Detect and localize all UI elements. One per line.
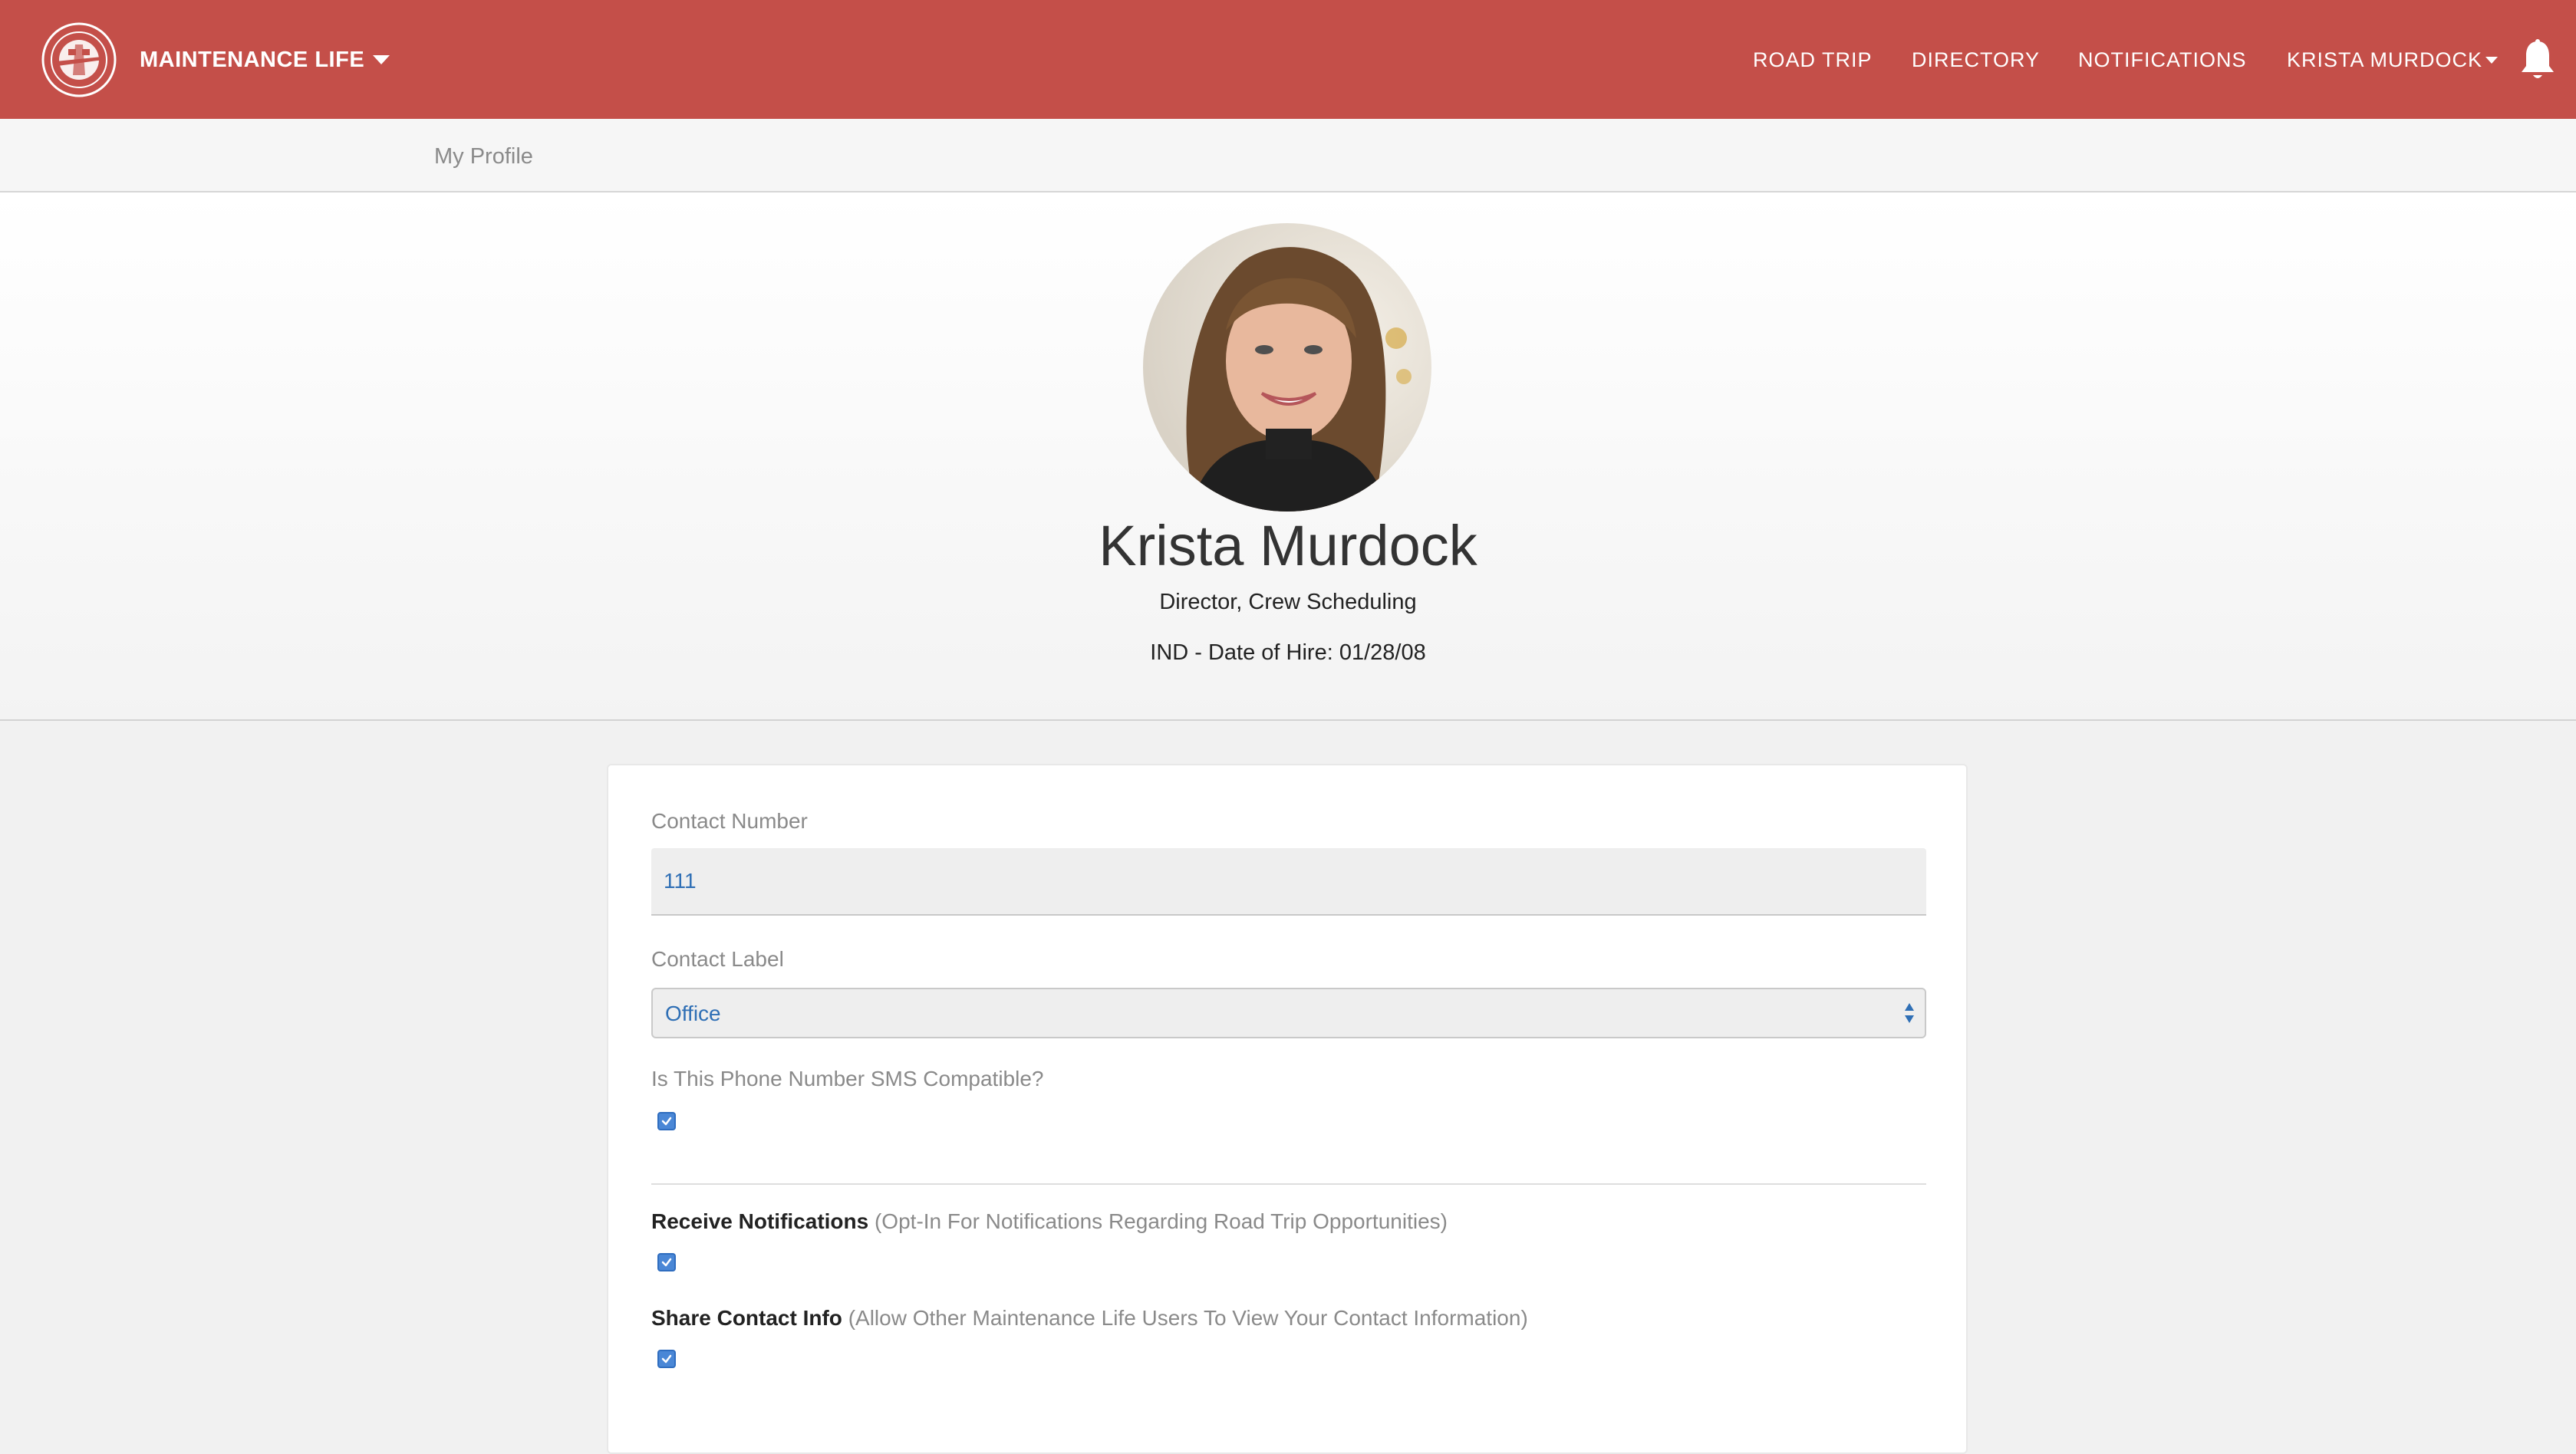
user-menu-chevron-down-icon[interactable] xyxy=(2485,57,2498,64)
receive-notifications-checkbox[interactable] xyxy=(657,1253,676,1271)
share-contact-hint: (Allow Other Maintenance Life Users To V… xyxy=(848,1306,1528,1330)
receive-notifications-title: Receive Notifications xyxy=(651,1209,869,1233)
profile-name: Krista Murdock xyxy=(1099,514,1477,577)
breadcrumb: My Profile xyxy=(0,119,2576,192)
nav-notifications[interactable]: NOTIFICATIONS xyxy=(2078,46,2247,74)
top-navigation-bar: MAINTENANCE LIFE ROAD TRIP DIRECTORY NOT… xyxy=(0,0,2576,119)
contact-label-label: Contact Label xyxy=(651,947,784,971)
share-contact-checkbox[interactable] xyxy=(657,1350,676,1368)
select-arrows-icon xyxy=(1903,1002,1916,1025)
bell-icon[interactable] xyxy=(2518,38,2557,81)
sms-compatible-label: Is This Phone Number SMS Compatible? xyxy=(651,1067,1044,1090)
nav-road-trip[interactable]: ROAD TRIP xyxy=(1753,46,1873,74)
contact-number-label: Contact Number xyxy=(651,809,808,833)
nav-directory[interactable]: DIRECTORY xyxy=(1912,46,2040,74)
share-contact-title: Share Contact Info xyxy=(651,1306,842,1330)
checkmark-icon xyxy=(661,1258,672,1267)
profile-header: Krista Murdock Director, Crew Scheduling… xyxy=(0,192,2576,721)
profile-hire-info: IND - Date of Hire: 01/28/08 xyxy=(1150,640,1426,665)
airline-logo-icon[interactable] xyxy=(41,21,117,98)
receive-notifications-row: Receive Notifications (Opt-In For Notifi… xyxy=(651,1209,1448,1235)
brand-chevron-down-icon[interactable] xyxy=(373,55,390,64)
avatar xyxy=(1143,223,1431,512)
sms-compatible-checkbox[interactable] xyxy=(657,1112,676,1130)
contact-number-input[interactable] xyxy=(651,848,1926,916)
checkmark-icon xyxy=(661,1117,672,1126)
breadcrumb-current: My Profile xyxy=(434,144,533,169)
contact-settings-card: Contact Number Contact Label Office Is T… xyxy=(607,764,1968,1454)
profile-title: Director, Crew Scheduling xyxy=(1159,590,1417,614)
checkmark-icon xyxy=(661,1354,672,1364)
share-contact-row: Share Contact Info (Allow Other Maintena… xyxy=(651,1305,1528,1331)
contact-label-selected-value: Office xyxy=(665,1002,721,1025)
section-divider xyxy=(651,1183,1926,1185)
receive-notifications-hint: (Opt-In For Notifications Regarding Road… xyxy=(874,1209,1448,1233)
contact-label-select[interactable]: Office xyxy=(651,988,1926,1038)
app-brand-name[interactable]: MAINTENANCE LIFE xyxy=(140,46,364,74)
nav-user-menu[interactable]: KRISTA MURDOCK xyxy=(2287,46,2482,74)
